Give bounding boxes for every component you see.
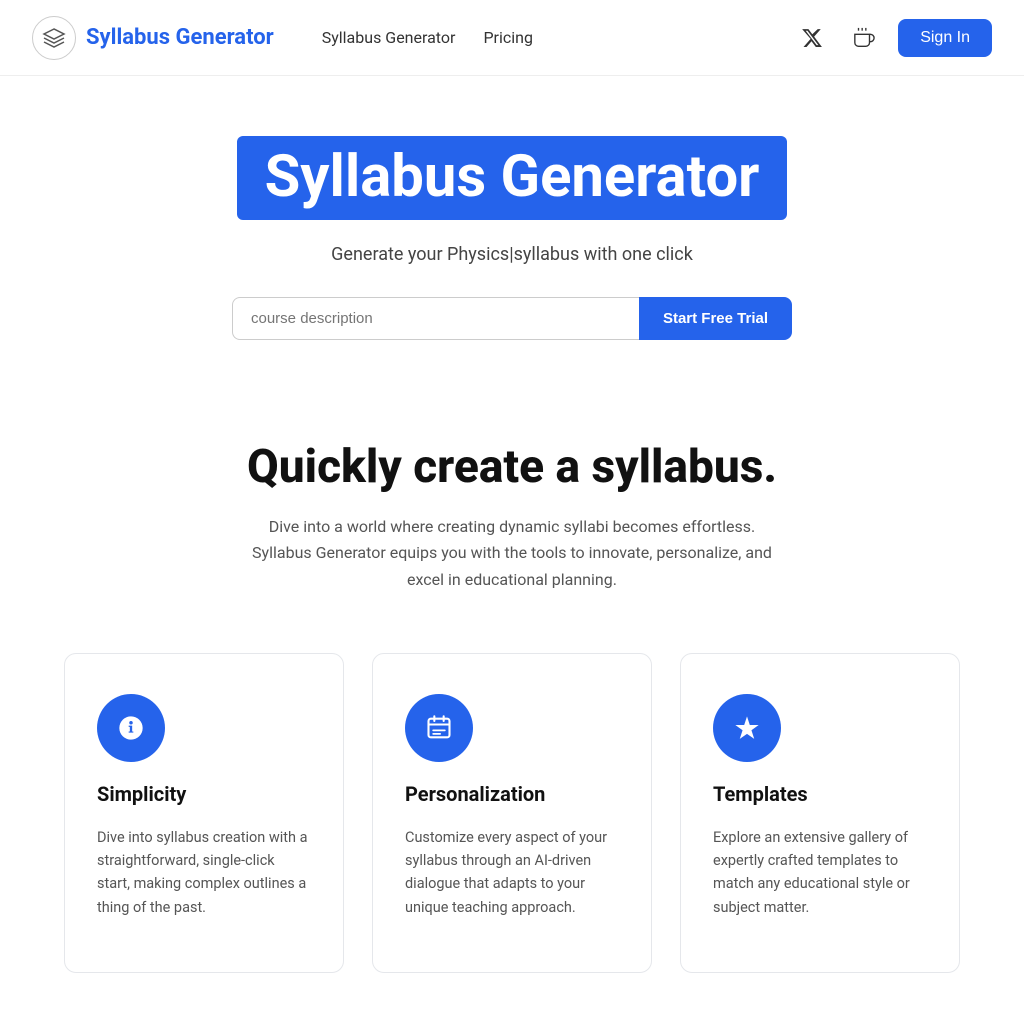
hero-section: Syllabus Generator Generate your Physics… xyxy=(0,76,1024,380)
coffee-icon[interactable] xyxy=(846,20,882,56)
nav-link-syllabus[interactable]: Syllabus Generator xyxy=(322,28,456,47)
templates-body: Explore an extensive gallery of expertly… xyxy=(713,826,927,919)
hero-title: Syllabus Generator xyxy=(265,146,760,210)
tagline-heading: Quickly create a syllabus. xyxy=(247,440,777,494)
navbar: Syllabus Generator Syllabus Generator Pr… xyxy=(0,0,1024,76)
tagline-body: Dive into a world where creating dynamic… xyxy=(242,514,782,593)
templates-title: Templates xyxy=(713,782,927,806)
personalization-icon xyxy=(405,694,473,762)
nav-logo[interactable]: Syllabus Generator xyxy=(32,16,274,60)
tagline-section: Quickly create a syllabus. Dive into a w… xyxy=(0,380,1024,633)
logo-text: Syllabus Generator xyxy=(86,25,274,50)
simplicity-body: Dive into syllabus creation with a strai… xyxy=(97,826,311,919)
course-description-input[interactable] xyxy=(232,297,639,340)
personalization-title: Personalization xyxy=(405,782,619,806)
signin-button[interactable]: Sign In xyxy=(898,19,992,57)
hero-input-row: Start Free Trial xyxy=(232,297,792,340)
card-personalization: Personalization Customize every aspect o… xyxy=(372,653,652,973)
nav-link-pricing[interactable]: Pricing xyxy=(483,28,533,47)
simplicity-icon xyxy=(97,694,165,762)
personalization-body: Customize every aspect of your syllabus … xyxy=(405,826,619,919)
simplicity-title: Simplicity xyxy=(97,782,311,806)
feature-cards: Simplicity Dive into syllabus creation w… xyxy=(0,633,1024,1013)
card-simplicity: Simplicity Dive into syllabus creation w… xyxy=(64,653,344,973)
logo-icon xyxy=(32,16,76,60)
hero-title-background: Syllabus Generator xyxy=(237,136,788,220)
hero-subtitle: Generate your Physics|syllabus with one … xyxy=(331,244,693,265)
card-templates: Templates Explore an extensive gallery o… xyxy=(680,653,960,973)
nav-social-icons xyxy=(794,20,882,56)
start-free-trial-button[interactable]: Start Free Trial xyxy=(639,297,792,340)
templates-icon xyxy=(713,694,781,762)
nav-links: Syllabus Generator Pricing xyxy=(322,28,794,47)
twitter-x-icon[interactable] xyxy=(794,20,830,56)
